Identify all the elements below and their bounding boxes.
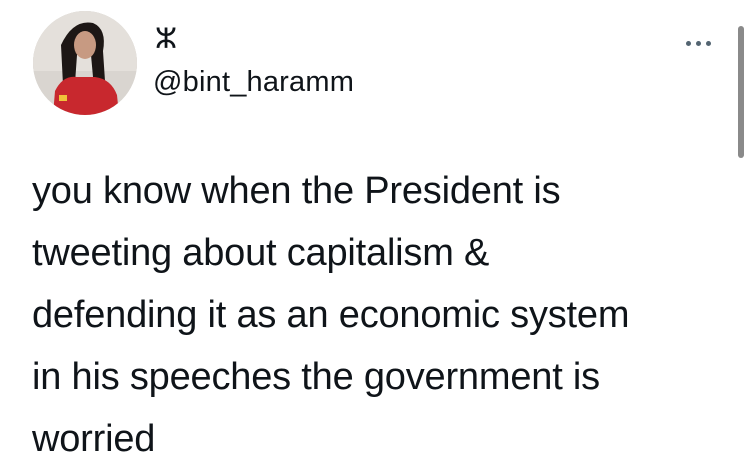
- more-horizontal-icon: [695, 40, 701, 46]
- tweet-text-line: tweeting about capitalism &: [32, 232, 490, 274]
- tweet-text: you know when the President is tweeting …: [32, 160, 732, 470]
- tweet-text-line: worried: [32, 418, 156, 460]
- avatar-photo: [33, 11, 137, 115]
- user-handle[interactable]: @bint_haramm: [153, 64, 354, 100]
- more-horizontal-icon: [705, 40, 711, 46]
- avatar[interactable]: [33, 11, 137, 115]
- tweet-text-line: in his speeches the government is: [32, 356, 600, 398]
- tweet-text-line: you know when the President is: [32, 170, 561, 212]
- more-options-button[interactable]: [676, 28, 720, 58]
- tweet-text-line: defending it as an economic system: [32, 294, 630, 336]
- display-name[interactable]: ⵣ: [155, 22, 177, 56]
- more-horizontal-icon: [685, 40, 691, 46]
- scrollbar[interactable]: [738, 26, 744, 158]
